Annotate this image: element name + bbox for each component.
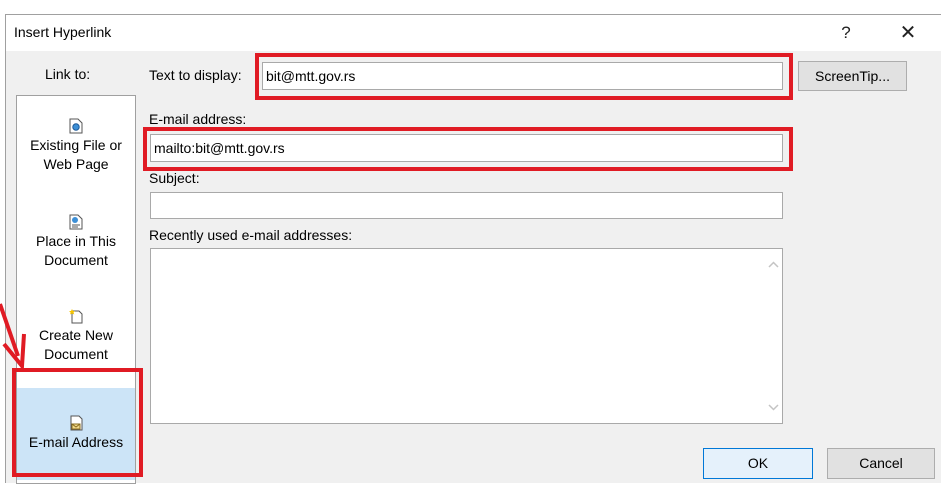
list-scrollbar[interactable] xyxy=(765,249,782,423)
email-address-label: E-mail address: xyxy=(149,111,247,127)
highlight-email-address xyxy=(143,127,793,171)
red-arrow-icon xyxy=(0,303,26,372)
subject-label: Subject: xyxy=(149,170,200,186)
highlight-email-option xyxy=(12,368,143,477)
link-to-label: Link to: xyxy=(45,66,91,82)
close-button[interactable]: ✕ xyxy=(886,17,930,49)
link-create-line1: Create New xyxy=(39,327,113,343)
highlight-text-to-display xyxy=(255,53,793,100)
cancel-button[interactable]: Cancel xyxy=(827,448,935,479)
scrollbar-arrows-icon xyxy=(768,261,779,411)
link-create-line2: Document xyxy=(44,346,108,362)
link-place-line2: Document xyxy=(44,252,108,268)
place-in-document-icon xyxy=(69,214,83,230)
link-place-line1: Place in This xyxy=(36,233,116,249)
file-web-icon xyxy=(69,118,83,134)
title-bar: Insert Hyperlink ? ✕ xyxy=(6,15,941,51)
text-to-display-label: Text to display: xyxy=(149,67,242,83)
recent-addresses-label: Recently used e-mail addresses: xyxy=(149,227,353,243)
screentip-button[interactable]: ScreenTip... xyxy=(798,61,907,91)
link-existing-file[interactable]: Existing File or Web Page xyxy=(17,118,135,174)
ok-button[interactable]: OK xyxy=(703,448,813,479)
recent-addresses-list[interactable] xyxy=(150,248,783,424)
subject-input[interactable] xyxy=(150,192,783,219)
link-existing-file-line1: Existing File or xyxy=(30,137,122,153)
link-place-in-document[interactable]: Place in This Document xyxy=(17,214,135,270)
dialog-title: Insert Hyperlink xyxy=(14,24,112,40)
new-document-icon xyxy=(69,309,83,324)
link-existing-file-line2: Web Page xyxy=(43,156,109,172)
help-button[interactable]: ? xyxy=(824,17,868,49)
